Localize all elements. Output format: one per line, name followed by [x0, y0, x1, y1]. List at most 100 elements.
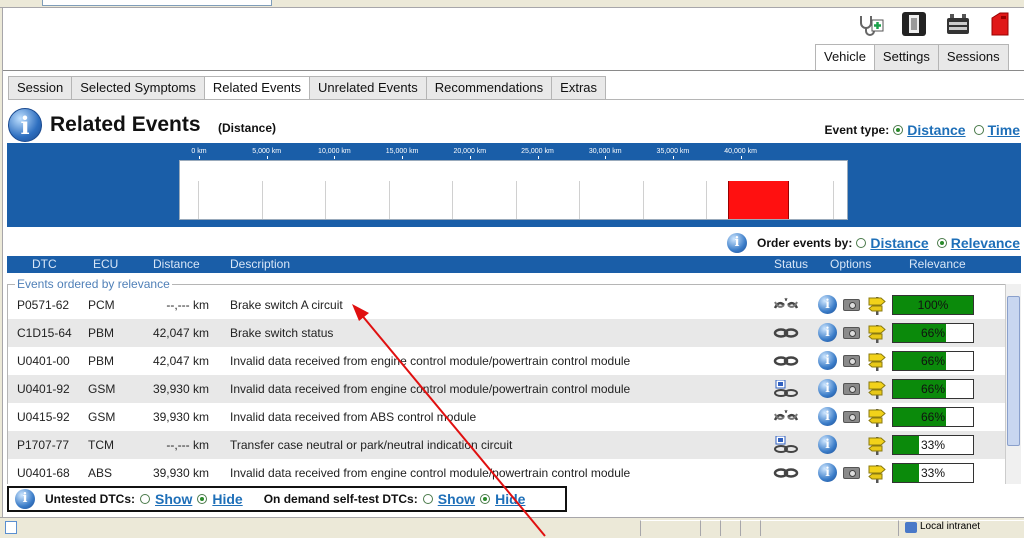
ondemand-show-radio[interactable]: [422, 494, 433, 504]
event-distance: 39,930 km: [152, 382, 209, 396]
order-distance-link[interactable]: Distance: [870, 235, 928, 251]
status-segment: [640, 520, 700, 536]
ecu-name: TCM: [88, 438, 114, 452]
status-segment: [700, 520, 720, 536]
battery-icon[interactable]: [944, 10, 972, 38]
window-border: [0, 8, 3, 518]
tab-related-events[interactable]: Related Events: [203, 76, 311, 100]
camera-icon[interactable]: [843, 467, 860, 479]
order-relevance-link[interactable]: Relevance: [951, 235, 1020, 251]
column-header-options[interactable]: Options: [830, 257, 871, 271]
relevance-value: 33%: [920, 466, 946, 480]
scrollbar[interactable]: [1005, 284, 1021, 484]
untested-hide-link[interactable]: Hide: [212, 491, 242, 507]
untested-show-radio[interactable]: [140, 494, 151, 504]
column-header-ecu[interactable]: ECU: [93, 257, 118, 271]
info-icon[interactable]: i: [726, 233, 747, 253]
column-header-dtc[interactable]: DTC: [32, 257, 57, 271]
order-relevance-radio[interactable]: [936, 238, 947, 248]
signpost-icon[interactable]: [868, 407, 886, 427]
timeline-tick: [402, 156, 404, 159]
event-type-label: Event type:: [824, 123, 890, 137]
table-row[interactable]: P0571-62 PCM --,--- km Brake switch A circu…: [8, 291, 1005, 319]
tab-unrelated-events[interactable]: Unrelated Events: [309, 76, 427, 100]
signpost-icon[interactable]: [868, 351, 886, 371]
camera-icon[interactable]: [843, 383, 860, 395]
info-icon[interactable]: i: [8, 108, 42, 142]
distance-timeline: 0 km 5,000 km 10,000 km 15,000 km 20,000 km 2…: [7, 143, 1021, 227]
table-row[interactable]: U0401-92 GSM 39,930 km Invalid data receive…: [8, 375, 1005, 403]
info-icon[interactable]: i: [818, 435, 837, 454]
device-icon[interactable]: [900, 10, 928, 38]
timeline-event-bar[interactable]: [728, 181, 789, 219]
event-type-distance-radio[interactable]: [893, 125, 904, 135]
relevance-bar: 33%: [892, 435, 974, 455]
fuel-can-icon[interactable]: [987, 10, 1015, 38]
scrollbar-thumb[interactable]: [1007, 296, 1020, 446]
info-icon[interactable]: i: [818, 295, 837, 314]
table-row[interactable]: U0401-68 ABS 39,930 km Invalid data receive…: [8, 459, 1005, 487]
timeline-gridline: [579, 181, 580, 219]
zone-label: Local intranet: [920, 521, 981, 532]
order-distance-radio[interactable]: [856, 238, 867, 248]
ecu-name: ABS: [88, 466, 113, 480]
address-input[interactable]: [42, 0, 272, 6]
event-type-time-radio[interactable]: [973, 125, 984, 135]
info-icon[interactable]: i: [818, 463, 837, 482]
untested-hide-radio[interactable]: [197, 494, 208, 504]
tab-vehicle[interactable]: Vehicle: [815, 44, 875, 70]
timeline-tick-label: 5,000 km: [252, 148, 282, 155]
signpost-icon[interactable]: [868, 379, 886, 399]
table-row[interactable]: U0401-00 PBM 42,047 km Invalid data receive…: [8, 347, 1005, 375]
column-header-relevance[interactable]: Relevance: [909, 257, 966, 271]
status-bar: Local intranet: [0, 517, 1024, 538]
event-distance: 39,930 km: [152, 410, 209, 424]
untested-show-link[interactable]: Show: [155, 491, 192, 507]
info-icon[interactable]: i: [818, 351, 837, 370]
camera-icon[interactable]: [843, 355, 860, 367]
timeline-gridline: [706, 181, 707, 219]
timeline-gridline: [452, 181, 453, 219]
timeline-tick: [672, 156, 674, 159]
column-header-status[interactable]: Status: [774, 257, 808, 271]
table-row[interactable]: P1707-77 TCM --,--- km Transfer case neutra…: [8, 431, 1005, 459]
tab-recommendations[interactable]: Recommendations: [425, 76, 553, 100]
signpost-icon[interactable]: [868, 295, 886, 315]
column-header-distance[interactable]: Distance: [153, 257, 200, 271]
stethoscope-icon[interactable]: [857, 10, 885, 38]
signpost-icon[interactable]: [868, 323, 886, 343]
info-icon[interactable]: i: [818, 379, 837, 398]
info-icon[interactable]: i: [818, 323, 837, 342]
ondemand-hide-radio[interactable]: [480, 494, 491, 504]
camera-icon[interactable]: [843, 411, 860, 423]
info-icon[interactable]: i: [15, 489, 35, 509]
module-chain-icon: [774, 380, 798, 397]
broken-link-icon: [773, 409, 799, 421]
order-events-selector: i Order events by: Distance Relevance: [726, 233, 1020, 253]
camera-icon[interactable]: [843, 299, 860, 311]
signpost-icon[interactable]: [868, 463, 886, 483]
tab-selected-symptoms[interactable]: Selected Symptoms: [71, 76, 205, 100]
tab-extras[interactable]: Extras: [551, 76, 606, 100]
tab-sessions[interactable]: Sessions: [937, 44, 1009, 70]
event-type-time-link[interactable]: Time: [988, 122, 1020, 138]
timeline-tick: [740, 156, 742, 159]
table-row[interactable]: C1D15-64 PBM 42,047 km Brake switch status i…: [8, 319, 1005, 347]
dtc-code: U0401-68: [17, 466, 70, 480]
column-header-description[interactable]: Description: [230, 257, 290, 271]
tab-session[interactable]: Session: [8, 76, 73, 100]
ondemand-hide-link[interactable]: Hide: [495, 491, 525, 507]
info-icon[interactable]: i: [818, 407, 837, 426]
camera-icon[interactable]: [843, 327, 860, 339]
tab-settings[interactable]: Settings: [873, 44, 939, 70]
signpost-icon[interactable]: [868, 435, 886, 455]
ondemand-show-link[interactable]: Show: [438, 491, 475, 507]
relevance-value: 33%: [920, 438, 946, 452]
module-chain-icon: [774, 436, 798, 453]
table-row[interactable]: U0415-92 GSM 39,930 km Invalid data receive…: [8, 403, 1005, 431]
event-distance: --,--- km: [166, 298, 209, 312]
event-type-distance-link[interactable]: Distance: [907, 122, 965, 138]
relevance-bar: 100%: [892, 295, 974, 315]
dtc-code: C1D15-64: [17, 326, 72, 340]
timeline-tick-label: 35,000 km: [656, 148, 690, 155]
